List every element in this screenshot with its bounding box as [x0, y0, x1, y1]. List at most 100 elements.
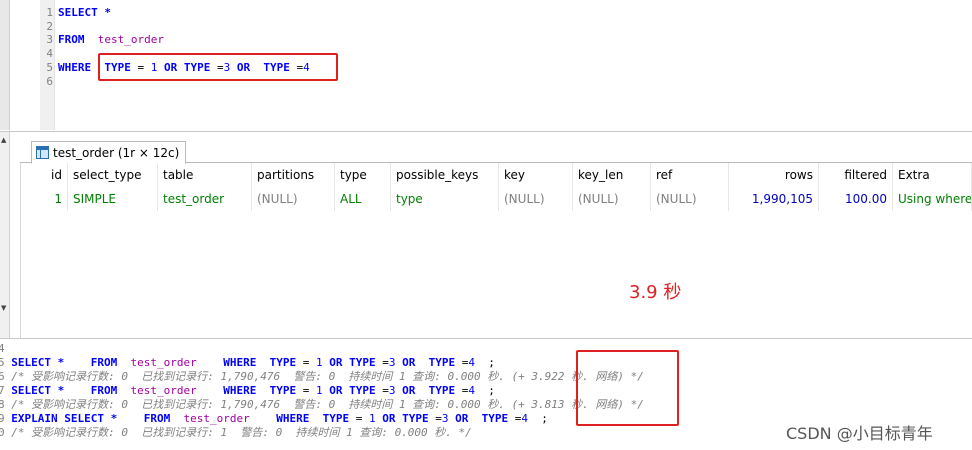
- code-token: /* 受影响记录行数: 0 已找到记录行: 1,790,476 警告: 0 持续…: [11, 370, 644, 383]
- code-token: 7: [0, 384, 5, 397]
- grid-header-row: id select_type table partitions type possible…: [20, 163, 972, 187]
- column-header[interactable]: partitions: [252, 163, 335, 187]
- code-token: TYPE: [322, 412, 350, 425]
- code-token: SELECT *: [58, 6, 111, 19]
- table-cell[interactable]: (NULL): [573, 187, 651, 211]
- table-cell[interactable]: SIMPLE: [68, 187, 158, 211]
- table-cell[interactable]: type: [391, 187, 499, 211]
- column-header[interactable]: ref: [651, 163, 729, 187]
- column-header[interactable]: select_type: [68, 163, 158, 187]
- log-line: 8 /* 受影响记录行数: 0 已找到记录行: 1,790,476 警告: 0 …: [0, 398, 644, 412]
- code-token: TYPE: [428, 356, 456, 369]
- editor-left-strip: [0, 0, 10, 130]
- column-header[interactable]: possible_keys: [391, 163, 499, 187]
- code-token: =: [455, 356, 469, 369]
- tab-label: test_order (1r × 12c): [53, 145, 180, 160]
- tab-test-order-result[interactable]: test_order (1r × 12c): [31, 141, 187, 164]
- code-token: 1: [368, 412, 376, 425]
- column-header[interactable]: Extra: [893, 163, 972, 187]
- code-token: 6: [0, 370, 5, 383]
- log-line: 0 /* 受影响记录行数: 0 已找到记录行: 1 警告: 0 持续时间 1 查…: [0, 426, 644, 440]
- log-line: 4: [0, 342, 644, 356]
- table-cell[interactable]: 1,990,105: [729, 187, 819, 211]
- code-line: FROM test_order: [58, 33, 310, 47]
- code-token: test_order: [97, 33, 164, 47]
- column-header[interactable]: key_len: [573, 163, 651, 187]
- code-token: OR: [402, 384, 416, 397]
- table-cell[interactable]: (NULL): [651, 187, 729, 211]
- query-log: 45 SELECT * FROM test_order WHERE TYPE =…: [0, 342, 644, 440]
- vertical-scrollbar[interactable]: ▲ ▼: [0, 132, 10, 338]
- code-token: WHERE: [276, 412, 310, 425]
- code-token: TYPE: [481, 412, 509, 425]
- code-token: =: [296, 356, 316, 369]
- line-number: 4: [46, 47, 53, 61]
- column-header[interactable]: table: [158, 163, 252, 187]
- column-header[interactable]: key: [499, 163, 573, 187]
- code-token: /* 受影响记录行数: 0 已找到记录行: 1 警告: 0 持续时间 1 查询:…: [11, 426, 472, 439]
- code-token: 0: [0, 426, 5, 439]
- log-line: 5 SELECT * FROM test_order WHERE TYPE = …: [0, 356, 644, 370]
- code-token: TYPE: [402, 412, 429, 425]
- scroll-up-arrow-icon[interactable]: ▲: [1, 136, 6, 144]
- results-panel: ▲ ▼ test_order (1r × 12c) id select_type t…: [0, 131, 972, 338]
- watermark: CSDN @小目标青年: [786, 424, 933, 443]
- grid-left-border: [20, 163, 21, 338]
- code-token: TYPE: [269, 356, 297, 369]
- code-token: 5: [0, 356, 5, 369]
- table-row[interactable]: 1 SIMPLE test_order (NULL) ALL type (NULL) (NUL…: [20, 187, 972, 211]
- column-header[interactable]: type: [335, 163, 391, 187]
- table-cell[interactable]: ALL: [335, 187, 391, 211]
- code-token: =: [349, 412, 369, 425]
- code-token: ;: [474, 384, 495, 397]
- table-cell[interactable]: (NULL): [499, 187, 573, 211]
- table-cell[interactable]: 1: [20, 187, 68, 211]
- code-token: WHERE: [223, 384, 257, 397]
- code-token: TYPE: [349, 384, 376, 397]
- where-clause-highlight: [98, 53, 338, 81]
- log-line: 9 EXPLAIN SELECT * FROM test_order WHERE…: [0, 412, 644, 426]
- code-token: /* 受影响记录行数: 0 已找到记录行: 1,790,476 警告: 0 持续…: [11, 398, 644, 411]
- code-token: FROM: [143, 412, 171, 425]
- log-line: 6 /* 受影响记录行数: 0 已找到记录行: 1,790,476 警告: 0 …: [0, 370, 644, 384]
- line-number: 5: [46, 60, 53, 74]
- table-cell[interactable]: test_order: [158, 187, 252, 211]
- code-token: WHERE: [223, 356, 257, 369]
- code-token: EXPLAIN SELECT *: [11, 412, 118, 425]
- code-token: 4: [468, 384, 475, 397]
- scroll-down-arrow-icon[interactable]: ▼: [1, 304, 6, 312]
- table-cell[interactable]: 100.00: [819, 187, 893, 211]
- code-token: OR: [402, 356, 416, 369]
- result-tab-bar: test_order (1r × 12c): [20, 140, 972, 164]
- code-token: =: [455, 384, 469, 397]
- code-token: TYPE: [428, 384, 456, 397]
- sql-editor[interactable]: 123456 SELECT * FROM test_order WHERE TYPE…: [0, 0, 972, 130]
- table-cell[interactable]: (NULL): [252, 187, 335, 211]
- column-header[interactable]: filtered: [819, 163, 893, 187]
- table-cell[interactable]: Using where: [893, 187, 972, 211]
- log-line: 7 SELECT * FROM test_order WHERE TYPE = …: [0, 384, 644, 398]
- result-grid[interactable]: id select_type table partitions type possible…: [20, 163, 972, 211]
- timing-annotation: 3.9 秒: [629, 282, 682, 303]
- code-token: TYPE: [269, 384, 297, 397]
- code-token: FROM: [90, 356, 118, 369]
- column-header[interactable]: rows: [729, 163, 819, 187]
- code-token: =: [375, 356, 389, 369]
- code-token: =: [296, 384, 316, 397]
- code-line: SELECT *: [58, 6, 310, 20]
- column-header[interactable]: id: [20, 163, 68, 187]
- line-number: 2: [46, 19, 53, 33]
